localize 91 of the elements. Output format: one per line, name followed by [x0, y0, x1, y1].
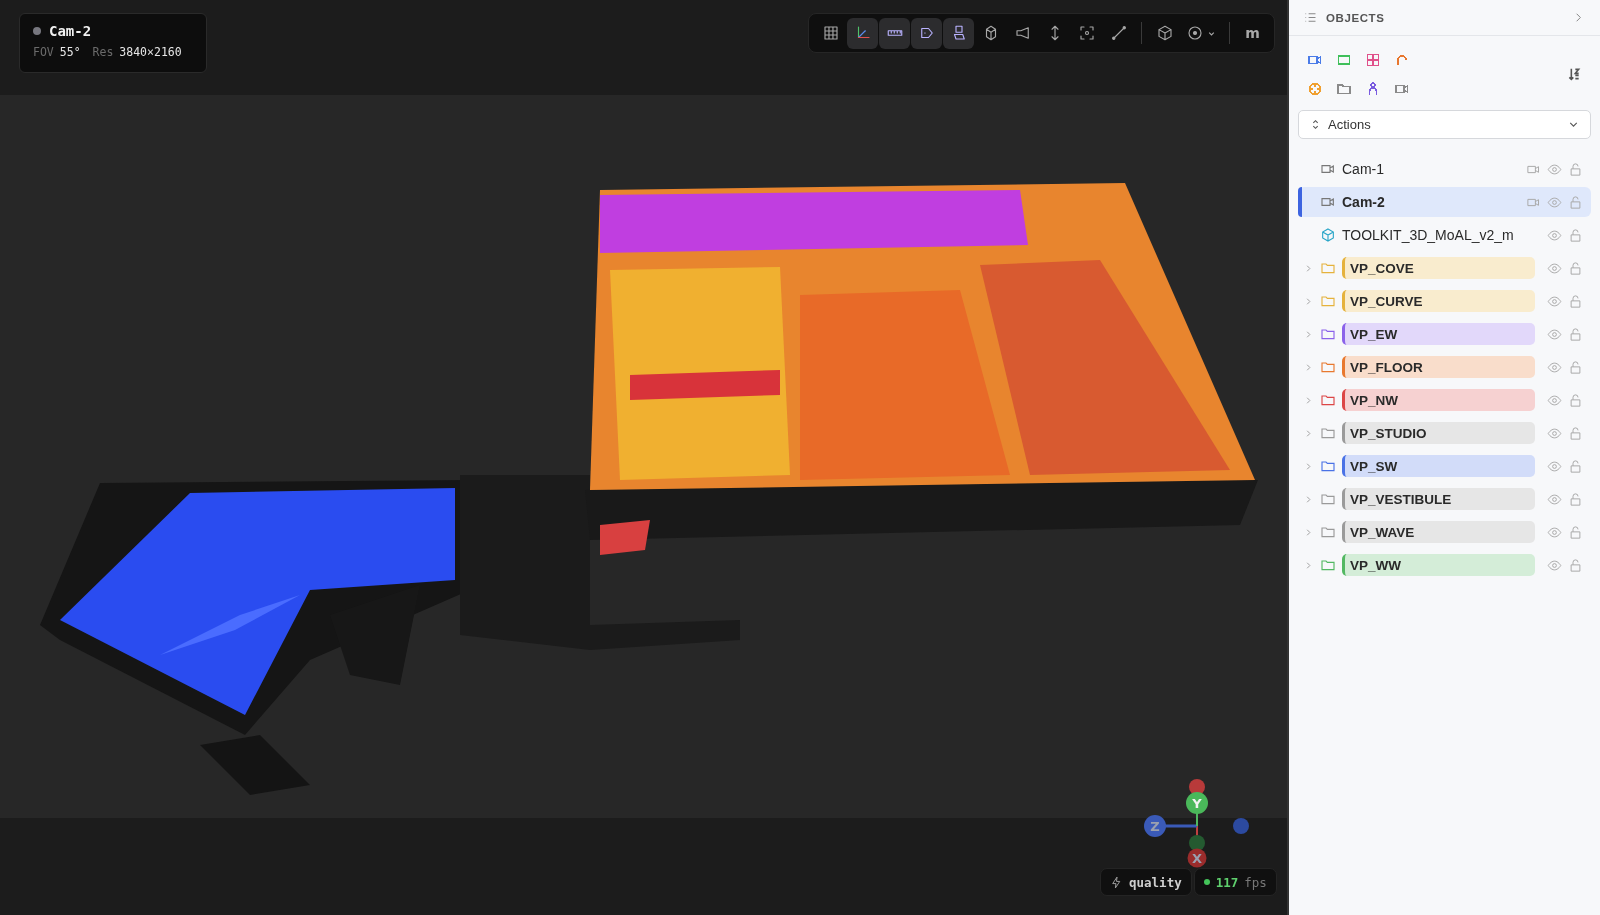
unlocked-icon[interactable] [1568, 326, 1583, 342]
eye-icon[interactable] [1547, 392, 1562, 408]
tree-row[interactable]: TOOLKIT_3D_MoAL_v2_m [1298, 220, 1591, 250]
tree-row[interactable]: VP_NW [1298, 385, 1591, 415]
folder-icon [1320, 491, 1336, 507]
cube-icon [1320, 227, 1336, 243]
tree-row[interactable]: VP_FLOOR [1298, 352, 1591, 382]
resolution-label: Res [92, 45, 114, 59]
folder-icon [1320, 392, 1336, 408]
unlocked-icon[interactable] [1568, 161, 1583, 177]
group-label: VP_NW [1342, 389, 1535, 411]
group-label: VP_VESTIBULE [1342, 488, 1535, 510]
eye-icon[interactable] [1547, 425, 1562, 441]
panel-title: OBJECTS [1326, 11, 1386, 24]
tree-row[interactable]: VP_SW [1298, 451, 1591, 481]
unlocked-icon[interactable] [1568, 557, 1583, 573]
units-button[interactable]: m [1237, 17, 1268, 49]
axis-handle[interactable] [1233, 818, 1249, 834]
target-icon [1186, 24, 1204, 42]
tree-row[interactable]: VP_WW [1298, 550, 1591, 580]
eye-icon[interactable] [1547, 194, 1562, 210]
object-label: Cam-2 [1342, 194, 1386, 210]
folder-icon [1320, 260, 1336, 276]
unlocked-icon[interactable] [1568, 425, 1583, 441]
tool-button[interactable] [911, 17, 942, 49]
fov-label: FOV [33, 45, 54, 59]
eye-icon[interactable] [1547, 326, 1562, 342]
axis-handle[interactable] [1189, 835, 1205, 851]
eye-icon[interactable] [1547, 227, 1562, 243]
eye-icon[interactable] [1547, 524, 1562, 540]
unlocked-icon[interactable] [1568, 194, 1583, 210]
bolt-icon [1110, 875, 1123, 889]
tree-row[interactable]: VP_STUDIO [1298, 418, 1591, 448]
tree-row[interactable]: Cam-1 [1298, 154, 1591, 184]
unlocked-icon[interactable] [1568, 491, 1583, 507]
fps-unit: fps [1244, 874, 1267, 890]
group-label: VP_FLOOR [1342, 356, 1535, 378]
folder-icon [1320, 359, 1336, 375]
object-label: Cam-1 [1342, 161, 1385, 177]
unlocked-icon[interactable] [1568, 458, 1583, 474]
eye-icon[interactable] [1547, 359, 1562, 375]
group-label: VP_WW [1342, 554, 1535, 576]
line-icon [1109, 24, 1128, 42]
folder-icon [1320, 557, 1336, 573]
object-label: TOOLKIT_3D_MoAL_v2_m [1342, 227, 1515, 243]
group-label: VP_CURVE [1342, 290, 1535, 312]
tool-button[interactable] [943, 17, 974, 49]
tree-row[interactable]: VP_COVE [1298, 253, 1591, 283]
tree-row[interactable]: VP_CURVE [1298, 286, 1591, 316]
axis-handle[interactable] [1189, 779, 1205, 795]
folder-icon [1320, 458, 1336, 474]
group-label: VP_COVE [1342, 257, 1535, 279]
grid-icon [821, 24, 840, 42]
group-label: VP_WAVE [1342, 521, 1535, 543]
tree-row[interactable]: VP_WAVE [1298, 517, 1591, 547]
megaphone-icon [1013, 24, 1032, 42]
focus-icon [1077, 24, 1096, 42]
sort-icon [1566, 66, 1582, 82]
box-icon [1155, 24, 1174, 42]
tool-button[interactable] [847, 17, 878, 49]
resolution-value: 3840×2160 [119, 45, 182, 59]
unlocked-icon[interactable] [1568, 260, 1583, 276]
unlocked-icon[interactable] [1568, 524, 1583, 540]
fov-value: 55° [59, 45, 81, 59]
group-label: VP_STUDIO [1342, 422, 1535, 444]
tree-row[interactable]: VP_EW [1298, 319, 1591, 349]
group-label: VP_SW [1342, 455, 1535, 477]
status-dot [1203, 879, 1210, 885]
folder-icon [1320, 524, 1336, 540]
tree-row[interactable]: VP_VESTIBULE [1298, 484, 1591, 514]
eye-icon[interactable] [1547, 491, 1562, 507]
folder-icon [1320, 326, 1336, 342]
unlocked-icon[interactable] [1568, 227, 1583, 243]
eye-icon[interactable] [1547, 557, 1562, 573]
tool-button[interactable] [879, 17, 910, 49]
camera-name: Cam-2 [49, 23, 92, 39]
folder-icon [1320, 293, 1336, 309]
unlocked-icon[interactable] [1568, 359, 1583, 375]
status-dot [33, 27, 41, 35]
tree-row[interactable]: Cam-2 [1298, 187, 1591, 217]
eye-icon[interactable] [1547, 260, 1562, 276]
actions-dropdown[interactable]: Actions [1298, 110, 1591, 139]
unlocked-icon[interactable] [1568, 293, 1583, 309]
folder-icon [1320, 425, 1336, 441]
quality-label: quality [1129, 874, 1182, 890]
fps-value: 117 [1215, 874, 1239, 890]
eye-icon[interactable] [1547, 293, 1562, 309]
eye-icon[interactable] [1547, 458, 1562, 474]
unlocked-icon[interactable] [1568, 392, 1583, 408]
eye-icon[interactable] [1547, 161, 1562, 177]
group-label: VP_EW [1342, 323, 1535, 345]
